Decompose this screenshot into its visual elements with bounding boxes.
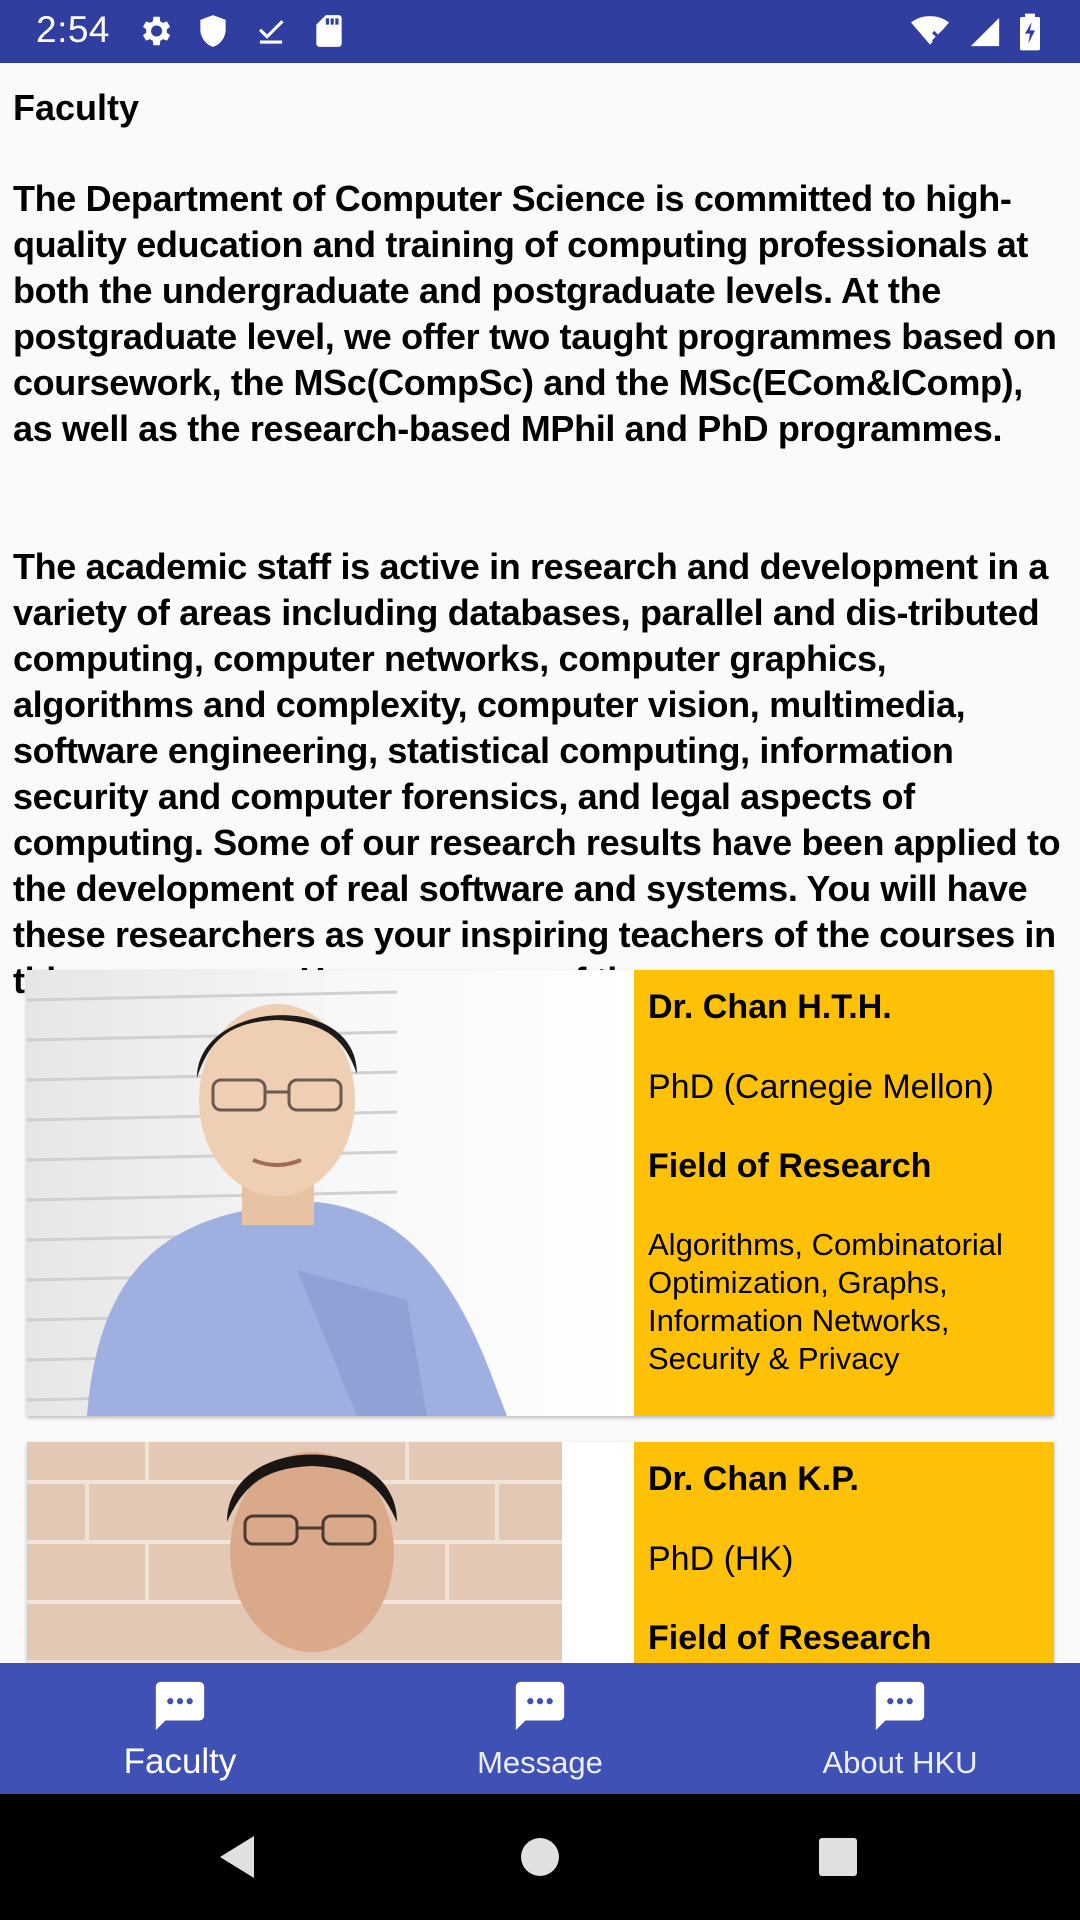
battery-charging-icon: [1018, 12, 1042, 52]
field-of-research-heading: Field of Research: [648, 1147, 932, 1185]
nav-label-message: Message: [477, 1745, 603, 1780]
field-of-research-text: Algorithms, Combinatorial Optimization, …: [648, 1227, 1003, 1376]
faculty-card[interactable]: Dr. Chan H.T.H. PhD (Carnegie Mellon) Fi…: [27, 970, 1054, 1416]
chat-icon: [511, 1677, 569, 1740]
chat-icon: [871, 1677, 929, 1740]
bottom-navigation: Faculty Message About HKU: [0, 1663, 1080, 1794]
intro-paragraph-2: The academic staff is active in research…: [13, 546, 1061, 1001]
chat-icon: [151, 1677, 209, 1740]
content-scroll[interactable]: Faculty The Department of Computer Scien…: [0, 63, 1080, 1663]
nav-item-about-hku[interactable]: About HKU: [720, 1663, 1080, 1794]
download-done-icon: [252, 12, 290, 50]
wifi-off-icon: [908, 13, 952, 51]
sd-card-icon: [310, 12, 348, 50]
nav-label-faculty: Faculty: [123, 1742, 237, 1781]
system-navigation-bar: [0, 1794, 1080, 1920]
gear-icon: [136, 12, 174, 50]
recents-icon[interactable]: [818, 1832, 858, 1887]
back-icon[interactable]: [214, 1832, 258, 1887]
faculty-degree: PhD (Carnegie Mellon): [648, 1068, 994, 1106]
shield-icon: [194, 12, 232, 50]
faculty-degree: PhD (HK): [648, 1540, 794, 1578]
home-icon[interactable]: [520, 1832, 560, 1887]
status-bar: 2:54: [0, 0, 1080, 63]
nav-item-faculty[interactable]: Faculty: [0, 1663, 360, 1794]
page-title: Faculty: [13, 87, 140, 128]
status-time: 2:54: [36, 9, 111, 50]
faculty-name: Dr. Chan H.T.H.: [648, 988, 892, 1026]
nav-item-message[interactable]: Message: [360, 1663, 720, 1794]
status-icons-right: [908, 12, 1042, 52]
faculty-info: Dr. Chan H.T.H. PhD (Carnegie Mellon) Fi…: [634, 970, 1054, 1416]
cell-signal-icon: [968, 13, 1002, 51]
faculty-name: Dr. Chan K.P.: [648, 1460, 859, 1498]
field-of-research-heading: Field of Research: [648, 1619, 932, 1657]
faculty-photo: [27, 970, 635, 1416]
status-icons-left: [136, 12, 348, 50]
nav-label-about-hku: About HKU: [822, 1745, 978, 1780]
intro-paragraph-1: The Department of Computer Science is co…: [13, 178, 1057, 449]
